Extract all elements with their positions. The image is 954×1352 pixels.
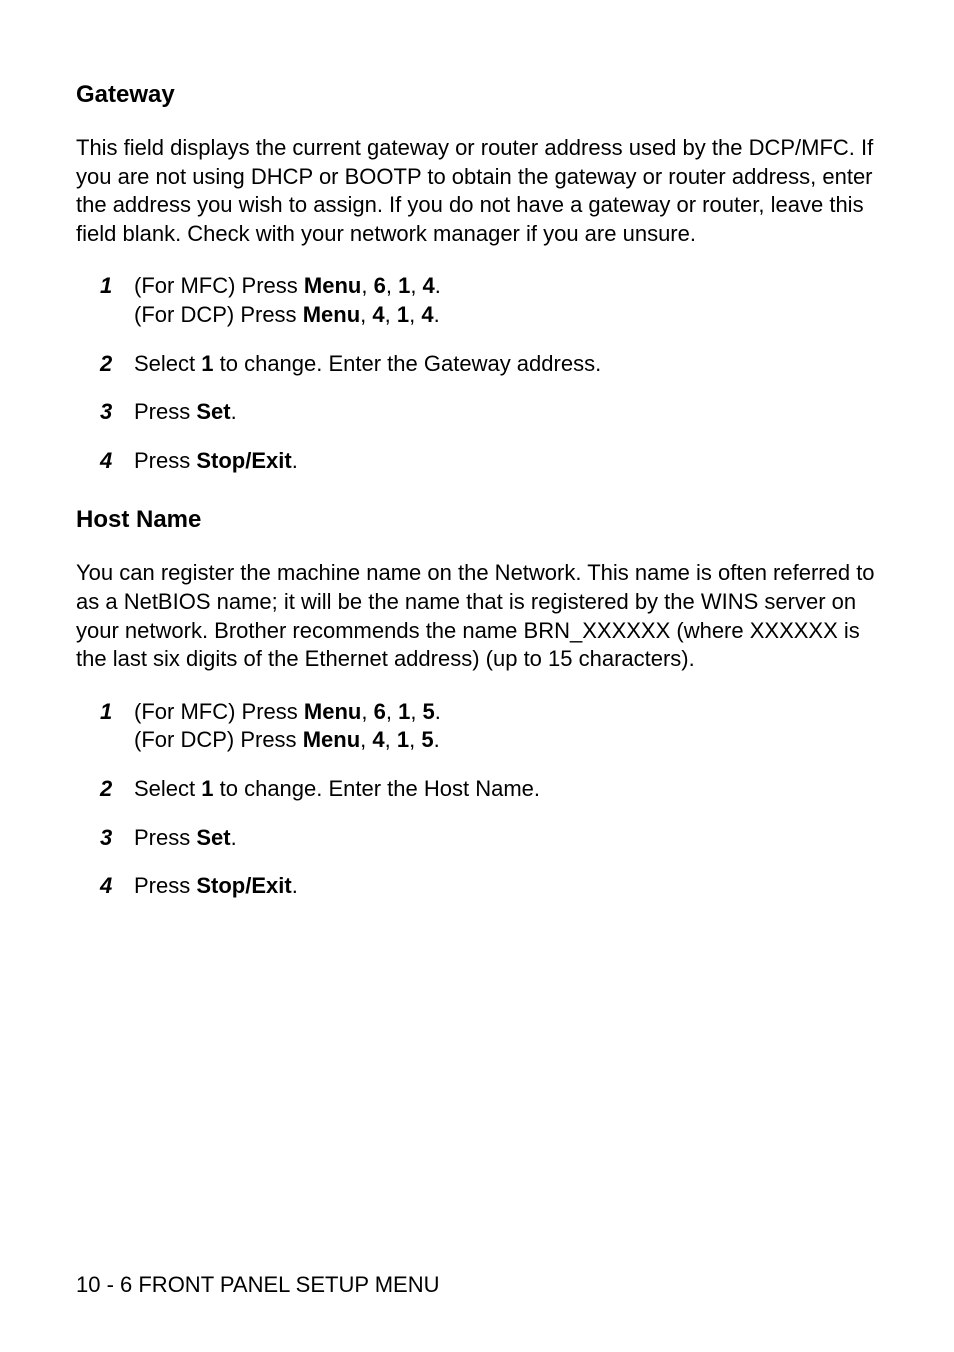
step-number: 2	[100, 350, 118, 379]
step-body: Press Stop/Exit.	[134, 872, 878, 901]
bold-text: 1	[201, 776, 213, 801]
step-item: 2 Select 1 to change. Enter the Gateway a…	[76, 350, 878, 379]
step-item: 3 Press Set.	[76, 824, 878, 853]
bold-text: 1	[397, 727, 409, 752]
bold-text: Menu	[304, 273, 361, 298]
section-heading: Host Name	[76, 505, 878, 535]
bold-text: 5	[421, 727, 433, 752]
step-number: 1	[100, 272, 118, 329]
step-item: 3 Press Set.	[76, 398, 878, 427]
bold-text: Menu	[303, 727, 360, 752]
bold-text: 1	[398, 699, 410, 724]
bold-text: 6	[374, 273, 386, 298]
step-body: (For MFC) Press Menu, 6, 1, 4.(For DCP) …	[134, 272, 878, 329]
section-paragraph: You can register the machine name on the…	[76, 559, 878, 673]
bold-text: 4	[372, 727, 384, 752]
bold-text: 4	[372, 302, 384, 327]
document-content: Gateway This field displays the current g…	[76, 80, 878, 901]
step-item: 1(For MFC) Press Menu, 6, 1, 4.(For DCP)…	[76, 272, 878, 329]
bold-text: 6	[374, 699, 386, 724]
step-number: 4	[100, 447, 118, 476]
bold-text: 4	[423, 273, 435, 298]
section-heading: Gateway	[76, 80, 878, 110]
bold-text: Stop/Exit	[196, 448, 291, 473]
bold-text: 1	[397, 302, 409, 327]
bold-text: Menu	[303, 302, 360, 327]
step-item: 4 Press Stop/Exit.	[76, 872, 878, 901]
step-item: 1(For MFC) Press Menu, 6, 1, 5.(For DCP)…	[76, 698, 878, 755]
step-number: 4	[100, 872, 118, 901]
step-number: 3	[100, 398, 118, 427]
bold-text: Menu	[304, 699, 361, 724]
bold-text: 5	[423, 699, 435, 724]
step-body: Select 1 to change. Enter the Gateway ad…	[134, 350, 878, 379]
bold-text: Set	[196, 825, 230, 850]
step-number: 1	[100, 698, 118, 755]
step-number: 3	[100, 824, 118, 853]
step-number: 2	[100, 775, 118, 804]
step-item: 2 Select 1 to change. Enter the Host Name…	[76, 775, 878, 804]
step-body: (For MFC) Press Menu, 6, 1, 5.(For DCP) …	[134, 698, 878, 755]
step-item: 4 Press Stop/Exit.	[76, 447, 878, 476]
step-body: Select 1 to change. Enter the Host Name.	[134, 775, 878, 804]
bold-text: 1	[398, 273, 410, 298]
section-paragraph: This field displays the current gateway …	[76, 134, 878, 248]
step-body: Press Set.	[134, 398, 878, 427]
bold-text: 4	[421, 302, 433, 327]
step-body: Press Set.	[134, 824, 878, 853]
bold-text: Stop/Exit	[196, 873, 291, 898]
bold-text: 1	[201, 351, 213, 376]
step-body: Press Stop/Exit.	[134, 447, 878, 476]
bold-text: Set	[196, 399, 230, 424]
page-footer: 10 - 6 FRONT PANEL SETUP MENU	[76, 1271, 440, 1299]
